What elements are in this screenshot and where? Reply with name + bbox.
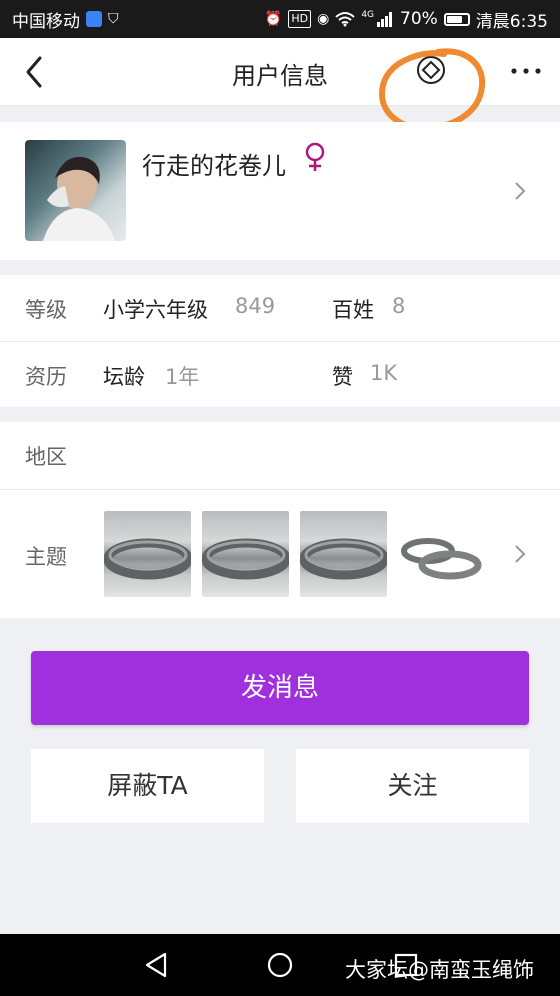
system-nav-bar: 大家坛@南蛮玉绳饰 xyxy=(0,934,560,996)
status-right: ⏰ HD ◉ 4G 70% 清晨6:35 xyxy=(265,7,548,32)
region-topics-card: 地区 主题 xyxy=(0,422,560,618)
status-bar: 中国移动 ⛉ ⏰ HD ◉ 4G 70% 清晨6:35 xyxy=(0,0,560,38)
avatar[interactable] xyxy=(25,140,126,241)
level-row: 等级 小学六年级 849 百姓 8 xyxy=(0,275,560,341)
follow-button[interactable]: 关注 xyxy=(296,749,529,823)
signal-icon xyxy=(377,12,393,27)
battery-icon xyxy=(443,12,470,26)
battery-percent: 70% xyxy=(400,9,438,29)
rank-value: 8 xyxy=(392,294,406,318)
carrier-label: 中国移动 xyxy=(12,11,80,32)
topics-row[interactable]: 主题 xyxy=(0,489,560,618)
send-message-button[interactable]: 发消息 xyxy=(31,651,529,725)
back-triangle-icon[interactable] xyxy=(141,949,173,981)
alarm-icon: ⏰ xyxy=(264,11,283,27)
avatar-photo xyxy=(43,156,115,241)
topic-thumbnail[interactable] xyxy=(104,511,191,597)
more-icon[interactable] xyxy=(506,56,546,86)
seniority-label: 资历 xyxy=(25,365,67,389)
level-label: 等级 xyxy=(25,298,67,322)
shield-icon xyxy=(86,11,102,27)
topics-label: 主题 xyxy=(25,545,67,569)
network-type: 4G xyxy=(361,9,375,20)
status-left: 中国移动 ⛉ xyxy=(12,7,119,32)
region-label: 地区 xyxy=(25,445,67,469)
watermark: 大家坛@南蛮玉绳饰 xyxy=(345,958,534,982)
chevron-right-icon xyxy=(515,182,526,200)
notification-icon: ⛉ xyxy=(108,11,119,27)
likes-label: 赞 xyxy=(332,365,353,389)
forum-age-value: 1年 xyxy=(165,365,200,389)
diamond-icon[interactable] xyxy=(416,55,446,85)
level-points: 849 xyxy=(235,294,276,318)
nav-bar: 用户信息 xyxy=(0,38,560,106)
topic-thumbnail[interactable] xyxy=(300,511,387,597)
level-value: 小学六年级 xyxy=(103,298,208,322)
rank-label: 百姓 xyxy=(332,298,374,322)
stats-card: 等级 小学六年级 849 百姓 8 资历 坛龄 1年 赞 1K xyxy=(0,275,560,407)
hd-icon: HD xyxy=(288,10,312,28)
wifi-icon xyxy=(335,12,355,27)
topic-thumbnail[interactable] xyxy=(202,511,289,597)
profile-card[interactable]: 行走的花卷儿 xyxy=(0,122,560,260)
chevron-right-icon xyxy=(515,545,526,563)
eye-icon: ◉ xyxy=(317,11,330,27)
forum-age-label: 坛龄 xyxy=(103,365,145,389)
home-circle-icon[interactable] xyxy=(264,949,296,981)
page-title: 用户信息 xyxy=(232,62,328,90)
likes-value: 1K xyxy=(370,361,398,385)
clock: 清晨6:35 xyxy=(475,11,548,32)
seniority-row: 资历 坛龄 1年 赞 1K xyxy=(0,341,560,408)
topic-thumbnail[interactable] xyxy=(398,511,485,597)
block-user-button[interactable]: 屏蔽TA xyxy=(31,749,264,823)
username: 行走的花卷儿 xyxy=(142,152,286,180)
female-icon xyxy=(305,142,325,171)
region-row: 地区 xyxy=(0,422,560,490)
